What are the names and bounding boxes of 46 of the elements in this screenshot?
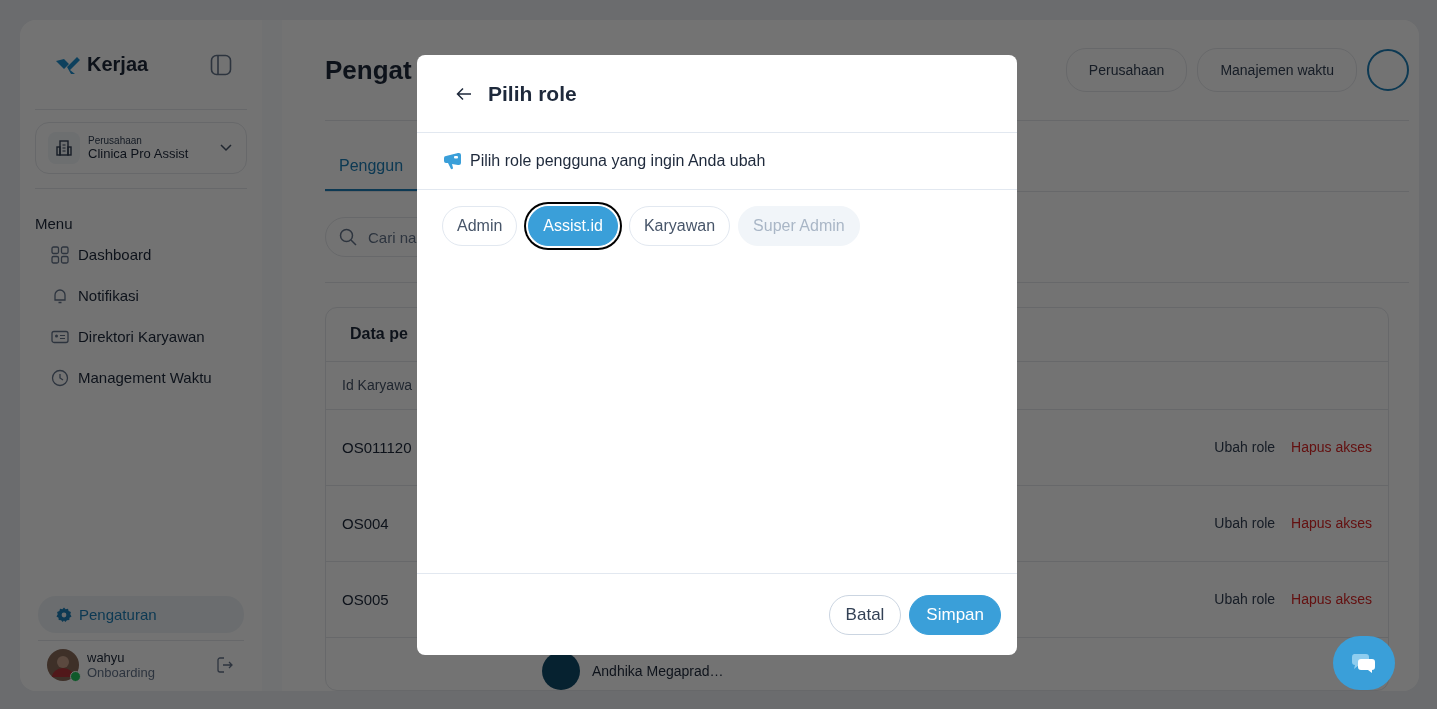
brand-name: Kerjaa (87, 53, 149, 76)
settings-item[interactable]: Pengaturan (38, 596, 244, 633)
role-chip[interactable]: Admin (442, 206, 518, 246)
cancel-button[interactable]: Batal (828, 594, 902, 635)
back-arrow-icon[interactable] (456, 86, 472, 101)
menu-heading: Menu (35, 215, 74, 232)
menu-item[interactable]: Dashboard (35, 234, 247, 275)
page-title: Pengat (325, 54, 412, 86)
dialog-title: Pilih role (488, 81, 577, 106)
user-status: Onboarding (87, 665, 156, 680)
table-title: Data pe (350, 325, 408, 344)
change-role-link[interactable]: Ubah role (1214, 591, 1276, 608)
bell-icon (51, 286, 69, 305)
nav-button[interactable]: Perusahaan (1065, 48, 1188, 92)
user-name: wahyu (87, 650, 126, 665)
chevron-down-icon (220, 144, 232, 152)
avatar (47, 649, 79, 681)
employee-name: Andhika Megaprad… (592, 663, 724, 679)
column-header: Id Karyawa (342, 377, 413, 394)
change-role-link[interactable]: Ubah role (1214, 439, 1276, 456)
table-cell: OS005 (342, 590, 389, 608)
logout-icon[interactable] (216, 656, 234, 674)
remove-access-link[interactable]: Hapus akses (1291, 591, 1372, 608)
company-selector[interactable]: Perusahaan Clinica Pro Assist (35, 122, 247, 174)
settings-icon (56, 606, 72, 623)
megaphone-icon (443, 152, 463, 170)
search-icon (339, 228, 357, 246)
sidebar-toggle-icon[interactable] (210, 53, 232, 76)
chat-icon (1351, 652, 1377, 674)
clock-icon (51, 368, 69, 387)
menu-item[interactable]: Management Waktu (35, 357, 247, 398)
menu-item[interactable]: Direktori Karyawan (35, 316, 247, 357)
menu-item[interactable]: Notifikasi (35, 275, 247, 316)
nav-button[interactable]: Manajemen waktu (1197, 48, 1357, 92)
table-cell: OS004 (342, 514, 389, 532)
grid-icon (51, 245, 69, 264)
remove-access-link[interactable]: Hapus akses (1291, 515, 1372, 532)
dialog-hint: Pilih role pengguna yang ingin Anda ubah (470, 152, 766, 170)
building-icon (48, 132, 80, 164)
change-role-link[interactable]: Ubah role (1214, 515, 1276, 532)
save-button[interactable]: Simpan (909, 594, 1001, 635)
table-cell: OS011120 (342, 438, 412, 456)
avatar-ring-icon[interactable] (1367, 49, 1409, 91)
role-chip[interactable]: Karyawan (628, 206, 731, 246)
logo-icon (55, 54, 81, 75)
remove-access-link[interactable]: Hapus akses (1291, 439, 1372, 456)
